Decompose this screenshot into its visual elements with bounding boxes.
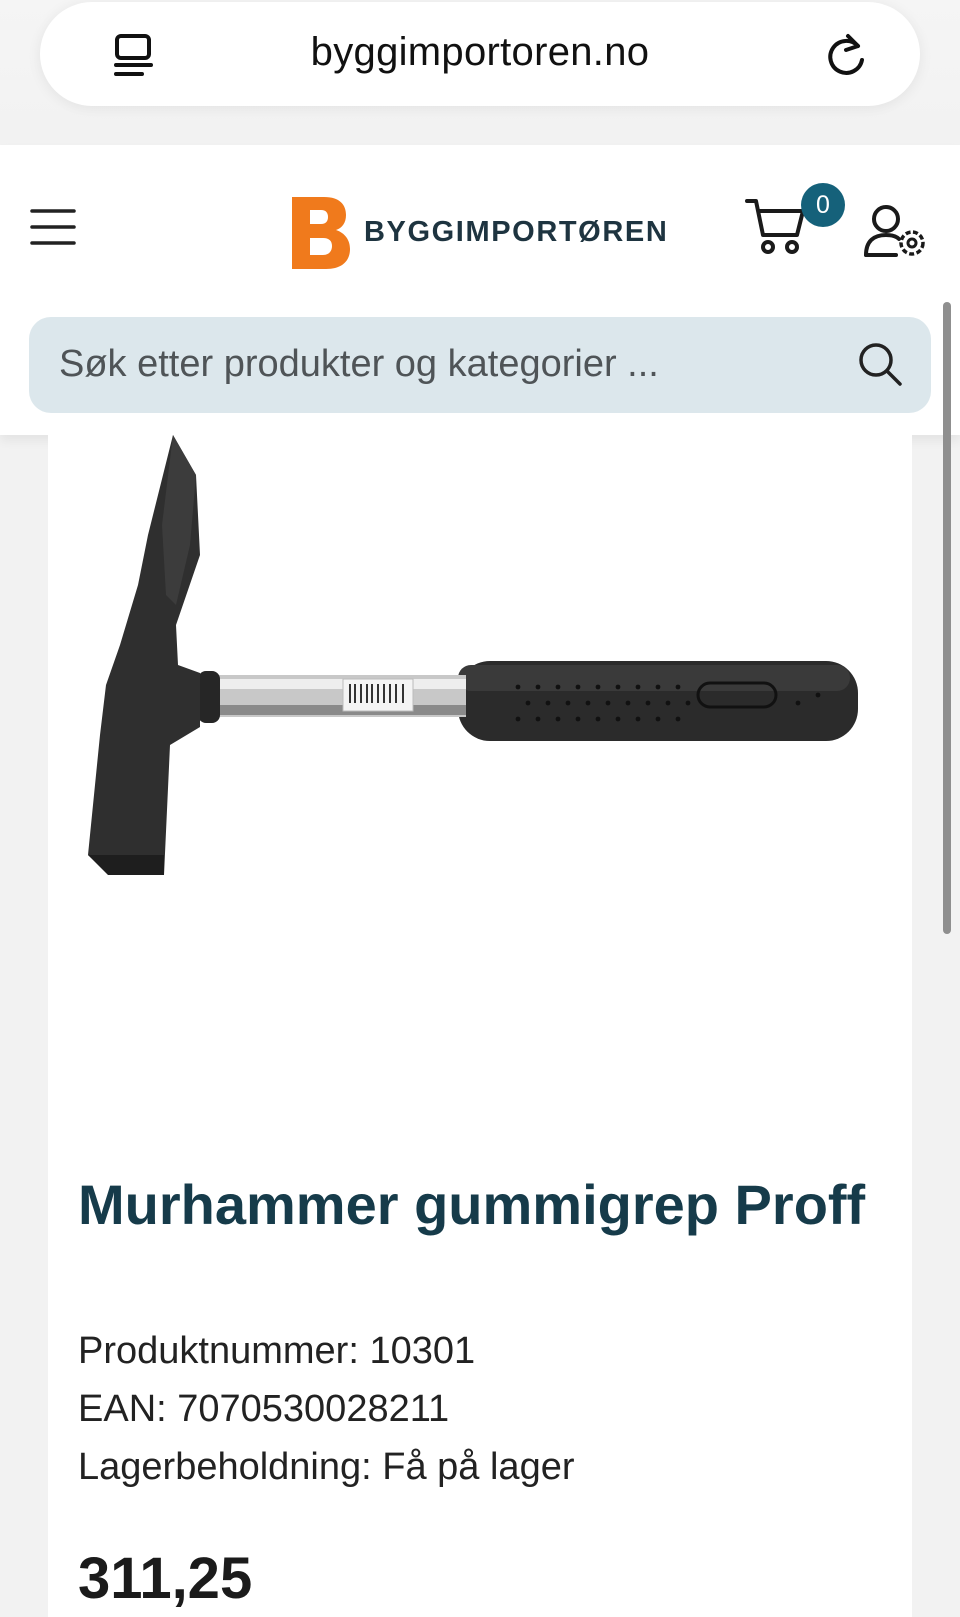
product-ean: EAN: 7070530028211 — [78, 1388, 450, 1430]
cart-count-badge: 0 — [801, 183, 845, 227]
site-logo[interactable]: BYGGIMPORTØREN — [288, 193, 668, 271]
site-header: BYGGIMPORTØREN 0 Søk etter produkter og … — [0, 145, 960, 435]
product-card: Murhammer gummigrep Proff Produktnummer:… — [48, 435, 912, 1617]
url-text: byggimportoren.no — [310, 30, 650, 74]
search-input[interactable]: Søk etter produkter og kategorier ... — [29, 317, 931, 413]
user-settings-icon[interactable] — [864, 203, 928, 259]
scrollbar[interactable] — [943, 302, 951, 934]
address-bar[interactable]: byggimportoren.no — [40, 2, 920, 106]
logo-b-mark — [292, 197, 350, 269]
product-title: Murhammer gummigrep Proff — [78, 1173, 866, 1236]
product-number: Produktnummer: 10301 — [78, 1330, 476, 1372]
product-price: 311,25 — [78, 1546, 253, 1611]
search-placeholder: Søk etter produkter og kategorier ... — [59, 343, 659, 385]
stock-status: Lagerbeholdning: Få på lager — [78, 1446, 575, 1488]
product-image-hammer[interactable] — [78, 435, 878, 935]
hamburger-menu-icon[interactable] — [30, 207, 76, 247]
logo-text: BYGGIMPORTØREN — [364, 215, 669, 248]
reload-icon[interactable] — [824, 32, 868, 80]
cart-icon[interactable] — [745, 197, 807, 255]
search-icon[interactable] — [857, 341, 903, 387]
